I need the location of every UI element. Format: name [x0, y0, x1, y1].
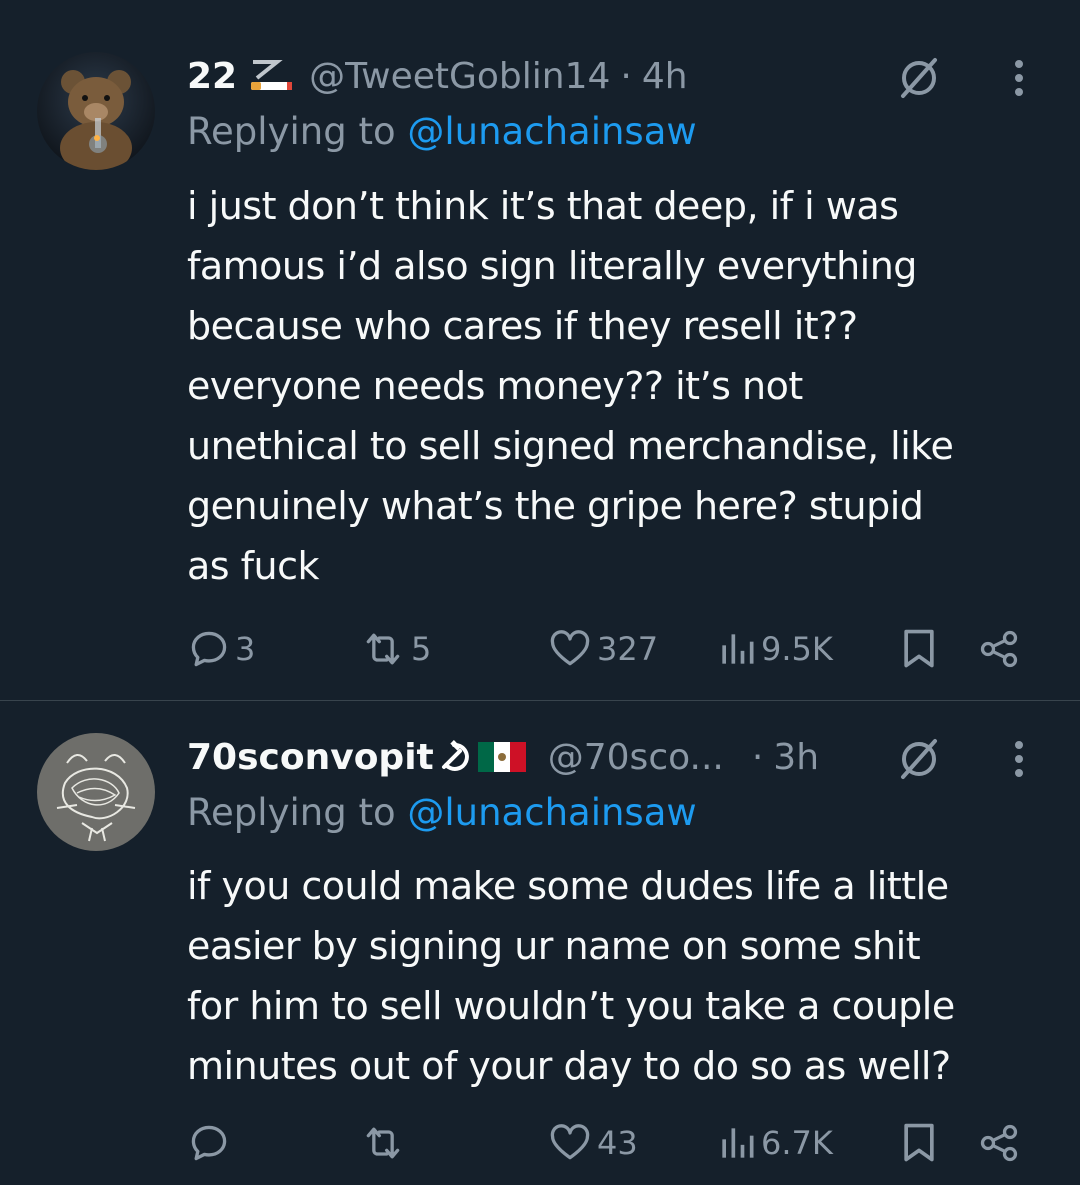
- action-bar: 43 6.7K: [187, 1115, 1040, 1171]
- separator: ·: [620, 55, 632, 97]
- tweet-text: i just don’t think it’s that deep, if i …: [187, 184, 954, 588]
- grok-icon[interactable]: [895, 735, 943, 783]
- reply-count: 3: [235, 630, 256, 668]
- share-button[interactable]: [977, 621, 1021, 677]
- tweet[interactable]: 70sconvopit @70sco... · 3h Replying to @…: [0, 701, 1080, 1185]
- action-bar: 3 5 327 9.5K: [187, 621, 1040, 677]
- repost-button[interactable]: 5: [359, 621, 431, 677]
- cigarette-emoji: [247, 56, 295, 96]
- tweet-header: 22 @TweetGoblin14 · 4h: [187, 48, 1080, 104]
- views-button[interactable]: 9.5K: [717, 621, 833, 677]
- views-icon: [722, 634, 754, 664]
- avatar[interactable]: [37, 52, 155, 170]
- more-options-icon[interactable]: [1007, 737, 1031, 781]
- display-name[interactable]: 22: [187, 56, 237, 97]
- replying-to-line: Replying to @lunachainsaw: [187, 791, 697, 834]
- reply-icon: [191, 1125, 227, 1161]
- repost-count: 5: [411, 630, 432, 668]
- like-count: 327: [597, 630, 659, 668]
- more-options-icon[interactable]: [1007, 56, 1031, 100]
- replying-prefix: Replying to: [187, 110, 396, 153]
- tweet-text: if you could make some dudes life a litt…: [187, 864, 955, 1088]
- like-button[interactable]: 327: [547, 621, 658, 677]
- bookmark-icon: [904, 629, 934, 668]
- heart-icon: [550, 1124, 590, 1160]
- reply-button[interactable]: [187, 1115, 235, 1171]
- handle[interactable]: @TweetGoblin14: [309, 56, 610, 97]
- bookmark-button[interactable]: [899, 1115, 939, 1171]
- share-icon: [980, 1124, 1018, 1162]
- repost-icon: [366, 633, 400, 665]
- replying-to-handle[interactable]: @lunachainsaw: [407, 791, 696, 834]
- heart-icon: [550, 630, 590, 666]
- timestamp[interactable]: 4h: [642, 56, 688, 97]
- tweet[interactable]: 22 @TweetGoblin14 · 4h Replying to @luna…: [0, 0, 1080, 701]
- avatar[interactable]: [37, 733, 155, 851]
- hammer-sickle-and-mexico-flag-emoji: [438, 737, 534, 777]
- view-count: 9.5K: [761, 630, 833, 668]
- views-button[interactable]: 6.7K: [717, 1115, 833, 1171]
- views-icon: [722, 1128, 754, 1158]
- repost-icon: [366, 1127, 400, 1159]
- view-count: 6.7K: [761, 1124, 833, 1162]
- display-name[interactable]: 70sconvopit: [187, 737, 434, 778]
- bookmark-icon: [904, 1123, 934, 1162]
- grok-icon[interactable]: [895, 54, 943, 102]
- like-button[interactable]: 43: [547, 1115, 638, 1171]
- tweet-header: 70sconvopit @70sco... · 3h: [187, 729, 1080, 785]
- reply-icon: [191, 631, 227, 667]
- replying-to-handle[interactable]: @lunachainsaw: [407, 110, 696, 153]
- reply-button[interactable]: 3: [187, 621, 255, 677]
- bookmark-button[interactable]: [899, 621, 939, 677]
- separator: ·: [751, 736, 764, 778]
- replying-to-line: Replying to @lunachainsaw: [187, 110, 697, 153]
- like-count: 43: [597, 1124, 638, 1162]
- timestamp[interactable]: 3h: [773, 737, 819, 778]
- share-button[interactable]: [977, 1115, 1021, 1171]
- handle[interactable]: @70sco...: [548, 737, 724, 778]
- share-icon: [980, 630, 1018, 668]
- replying-prefix: Replying to: [187, 791, 396, 834]
- repost-button[interactable]: [359, 1115, 411, 1171]
